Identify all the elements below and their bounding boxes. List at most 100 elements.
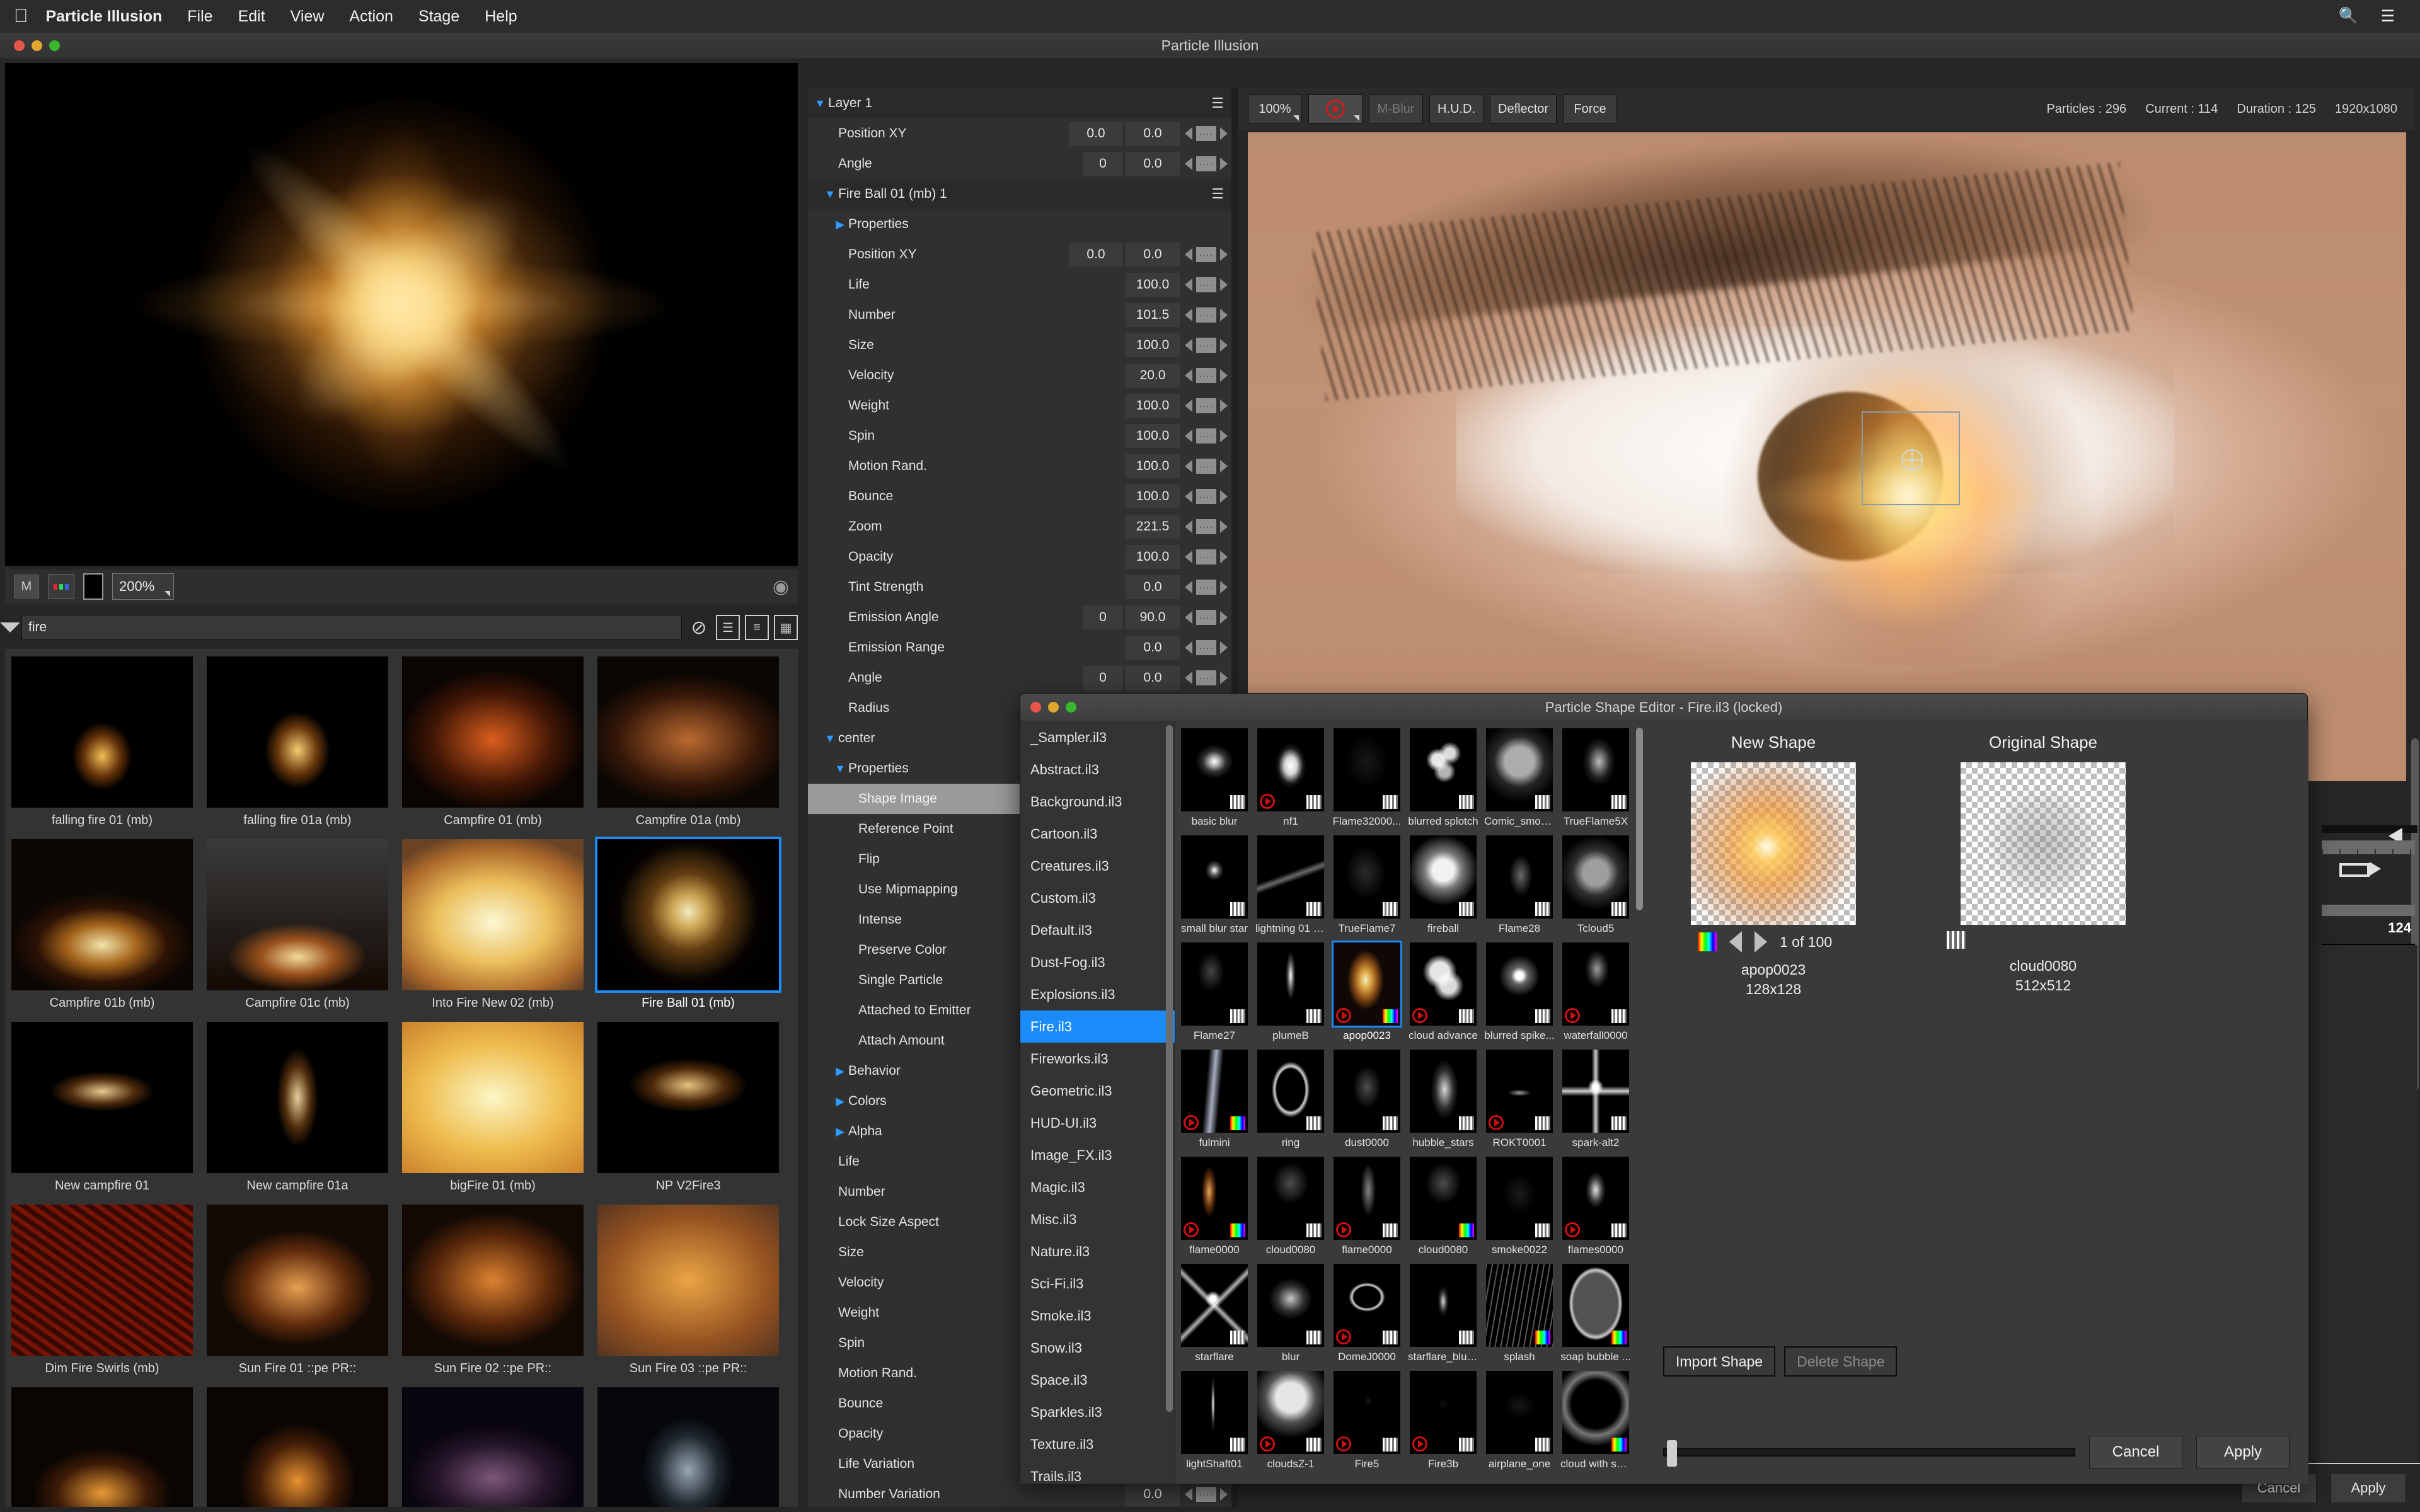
property-stepper[interactable]: ···· — [1185, 156, 1228, 171]
property-value-y[interactable]: 0.0 — [1126, 575, 1180, 599]
shape-item[interactable]: fulmini — [1179, 1048, 1250, 1149]
shape-category-item[interactable]: Snow.il3 — [1020, 1332, 1175, 1364]
disclosure-triangle-icon[interactable] — [832, 218, 848, 231]
shape-item[interactable]: cloud0080 — [1408, 1155, 1478, 1256]
stepper-right-icon[interactable] — [1220, 520, 1228, 533]
stepper-right-icon[interactable] — [1220, 672, 1228, 684]
property-row[interactable]: Emission Angle 0 90.0 ···· — [808, 602, 1231, 633]
emitter-handle[interactable] — [1862, 411, 1961, 506]
next-arrow-icon[interactable] — [1754, 931, 1767, 953]
shape-item[interactable]: waterfall0000 — [1560, 941, 1631, 1042]
property-row[interactable]: Zoom 221.5 ···· — [808, 512, 1231, 542]
stepper-right-icon[interactable] — [1220, 641, 1228, 654]
shape-category-item[interactable]: _Sampler.il3 — [1020, 721, 1175, 753]
shape-item[interactable]: Flame28 — [1484, 833, 1555, 935]
property-row[interactable]: Angle 0 0.0 ···· — [808, 663, 1231, 693]
property-row[interactable]: Tint Strength 0.0 ···· — [808, 572, 1231, 602]
property-stepper[interactable]: ···· — [1185, 489, 1228, 504]
stepper-left-icon[interactable] — [1185, 611, 1192, 624]
property-value-y[interactable]: 100.0 — [1126, 394, 1180, 418]
shape-category-item[interactable]: Fireworks.il3 — [1020, 1043, 1175, 1075]
property-value-y[interactable]: 0.0 — [1126, 152, 1180, 176]
keyframe-button[interactable]: ···· — [1196, 549, 1216, 564]
keyframe-button[interactable]: ···· — [1196, 428, 1216, 444]
shape-item[interactable]: blurred spike... — [1484, 941, 1555, 1042]
import-shape-button[interactable]: Import Shape — [1663, 1346, 1776, 1377]
library-item[interactable]: Sun Fire 02 ::pe PR:: — [400, 1202, 586, 1376]
shape-category-item[interactable]: Nature.il3 — [1020, 1235, 1175, 1268]
library-item[interactable]: NP V2Fire3 — [595, 1019, 781, 1193]
disclosure-triangle-icon[interactable] — [822, 732, 838, 745]
shape-category-item[interactable]: Image_FX.il3 — [1020, 1139, 1175, 1171]
property-row[interactable]: Spin 100.0 ···· — [808, 421, 1231, 451]
library-item[interactable] — [9, 1385, 195, 1507]
search-icon[interactable]: 🔍 — [2338, 7, 2358, 26]
stepper-right-icon[interactable] — [1220, 490, 1228, 503]
shape-item[interactable]: flame0000 — [1179, 1155, 1250, 1256]
shape-item[interactable]: spark-alt2 — [1560, 1048, 1631, 1149]
shape-item[interactable]: lightning 01 b... — [1255, 833, 1326, 935]
property-value-y[interactable]: 90.0 — [1126, 605, 1180, 629]
keyframe-button[interactable]: ···· — [1196, 247, 1216, 262]
particle-shape-editor-dialog[interactable]: Particle Shape Editor - Fire.il3 (locked… — [1020, 693, 2308, 1484]
prev-arrow-icon[interactable] — [1729, 931, 1742, 953]
hud-button[interactable]: H.U.D. — [1429, 94, 1484, 123]
library-item[interactable]: New campfire 01 — [9, 1019, 195, 1193]
property-stepper[interactable]: ···· — [1185, 368, 1228, 383]
library-item[interactable]: Sun Fire 01 ::pe PR:: — [204, 1202, 391, 1376]
stepper-left-icon[interactable] — [1185, 309, 1192, 321]
keyframe-button[interactable]: ···· — [1196, 307, 1216, 323]
stepper-right-icon[interactable] — [1220, 551, 1228, 563]
search-input[interactable] — [21, 615, 682, 640]
shape-category-item[interactable]: Cartoon.il3 — [1020, 818, 1175, 850]
stepper-right-icon[interactable] — [1220, 460, 1228, 472]
library-item[interactable] — [400, 1385, 586, 1507]
library-item[interactable]: Dim Fire Swirls (mb) — [9, 1202, 195, 1376]
shape-category-item[interactable]: Space.il3 — [1020, 1364, 1175, 1396]
library-item[interactable]: Campfire 01c (mb) — [204, 837, 391, 1011]
property-value-y[interactable]: 0.0 — [1126, 1482, 1180, 1506]
property-row[interactable]: Bounce 100.0 ···· — [808, 481, 1231, 512]
property-row[interactable]: Angle 0 0.0 ···· — [808, 149, 1231, 179]
keyframe-button[interactable]: ···· — [1196, 277, 1216, 292]
property-stepper[interactable]: ···· — [1185, 610, 1228, 625]
menu-item-help[interactable]: Help — [485, 8, 517, 26]
record-button[interactable] — [1308, 94, 1363, 123]
property-value-x[interactable]: 0 — [1083, 152, 1123, 176]
stepper-left-icon[interactable] — [1185, 460, 1192, 472]
keyframe-button[interactable]: ···· — [1196, 489, 1216, 504]
property-stepper[interactable]: ···· — [1185, 549, 1228, 564]
deflector-button[interactable]: Deflector — [1490, 94, 1557, 123]
library-item[interactable]: New campfire 01a — [204, 1019, 391, 1193]
shape-category-item[interactable]: Geometric.il3 — [1020, 1075, 1175, 1107]
shape-item[interactable]: fireball — [1408, 833, 1478, 935]
property-value-y[interactable]: 100.0 — [1126, 545, 1180, 569]
shape-item[interactable]: soap bubble ... — [1560, 1262, 1631, 1363]
shape-item[interactable]: cloudsZ-1 — [1255, 1369, 1326, 1470]
camera-icon[interactable]: ◉ — [773, 576, 789, 598]
loop-icon[interactable] — [2339, 862, 2381, 877]
shape-item[interactable]: plumeB — [1255, 941, 1326, 1042]
stepper-right-icon[interactable] — [1220, 127, 1228, 140]
library-item[interactable] — [204, 1385, 391, 1507]
shape-category-item[interactable]: Sparkles.il3 — [1020, 1396, 1175, 1428]
timeline-track[interactable] — [2322, 825, 2417, 833]
shape-category-item[interactable]: Magic.il3 — [1020, 1171, 1175, 1203]
shape-item[interactable]: blurred splotch — [1408, 726, 1478, 828]
stepper-right-icon[interactable] — [1220, 611, 1228, 624]
library-item[interactable]: Fire Ball 01 (mb) — [595, 837, 781, 1011]
property-row[interactable]: Emission Range 0.0 ···· — [808, 633, 1231, 663]
stepper-left-icon[interactable] — [1185, 369, 1192, 382]
keyframe-button[interactable]: ···· — [1196, 1487, 1216, 1502]
shape-category-item[interactable]: Background.il3 — [1020, 786, 1175, 818]
stepper-right-icon[interactable] — [1220, 430, 1228, 442]
property-stepper[interactable]: ···· — [1185, 580, 1228, 595]
disclosure-triangle-icon[interactable] — [832, 762, 848, 776]
property-value-x[interactable]: 0.0 — [1069, 243, 1123, 266]
keyframe-button[interactable]: ···· — [1196, 338, 1216, 353]
stepper-left-icon[interactable] — [1185, 399, 1192, 412]
property-stepper[interactable]: ···· — [1185, 640, 1228, 655]
list-view-icon[interactable]: ☰ — [716, 615, 740, 640]
shape-category-item[interactable]: Custom.il3 — [1020, 882, 1175, 914]
stepper-left-icon[interactable] — [1185, 248, 1192, 261]
